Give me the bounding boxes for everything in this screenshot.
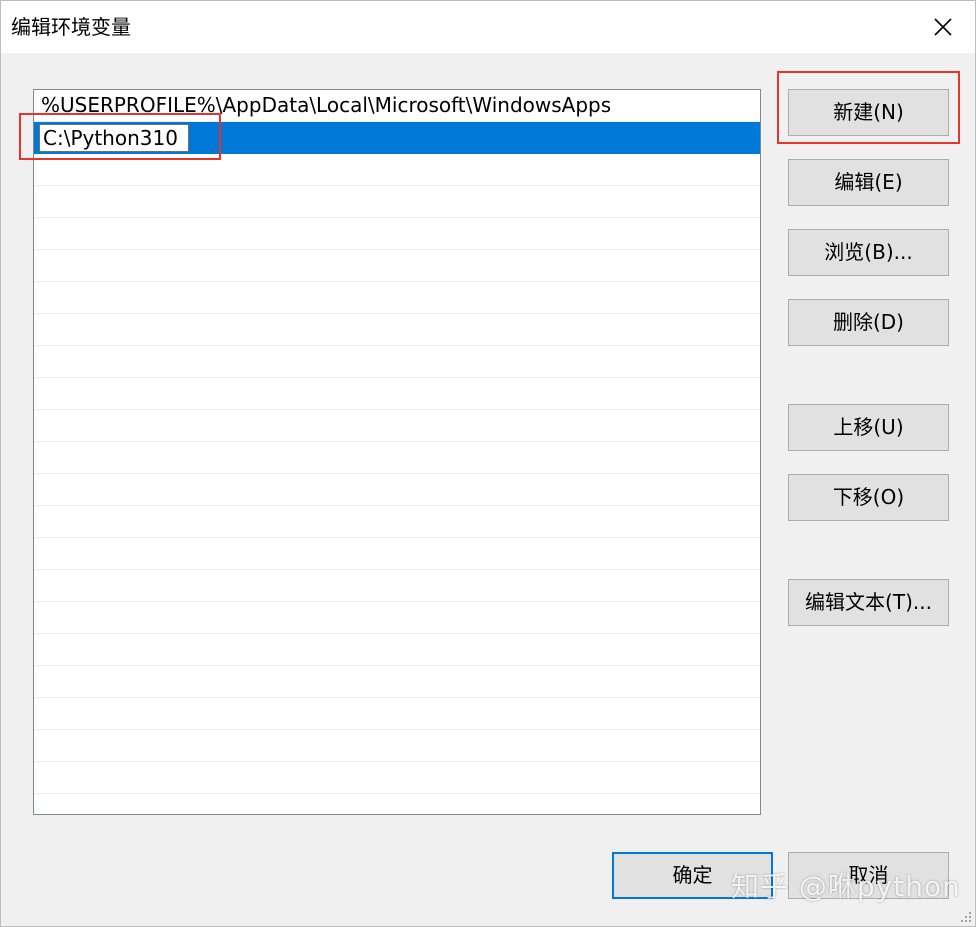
list-item-empty[interactable]: [34, 698, 760, 730]
list-item-empty[interactable]: [34, 474, 760, 506]
path-edit-input[interactable]: [39, 124, 189, 152]
list-item[interactable]: %USERPROFILE%\AppData\Local\Microsoft\Wi…: [34, 90, 760, 122]
edit-env-var-dialog: 编辑环境变量 %USERPROFILE%\AppData\Local\Micro…: [0, 0, 976, 927]
delete-button[interactable]: 删除(D): [788, 299, 949, 346]
list-item-empty[interactable]: [34, 634, 760, 666]
list-item-empty[interactable]: [34, 186, 760, 218]
list-item-empty[interactable]: [34, 314, 760, 346]
list-item-empty[interactable]: [34, 410, 760, 442]
close-icon: [934, 18, 952, 36]
move-down-button[interactable]: 下移(O): [788, 474, 949, 521]
list-item-empty[interactable]: [34, 762, 760, 794]
new-button[interactable]: 新建(N): [788, 89, 949, 136]
list-item-empty[interactable]: [34, 570, 760, 602]
window-title: 编辑环境变量: [11, 15, 131, 39]
list-item-empty[interactable]: [34, 442, 760, 474]
list-item-selected[interactable]: [34, 122, 760, 154]
move-up-button[interactable]: 上移(U): [788, 404, 949, 451]
list-item-empty[interactable]: [34, 218, 760, 250]
ok-button[interactable]: 确定: [612, 852, 773, 899]
path-list[interactable]: %USERPROFILE%\AppData\Local\Microsoft\Wi…: [33, 89, 761, 815]
list-item-empty[interactable]: [34, 282, 760, 314]
list-item-empty[interactable]: [34, 154, 760, 186]
cancel-button[interactable]: 取消: [788, 852, 949, 899]
close-button[interactable]: [929, 13, 957, 41]
list-item-empty[interactable]: [34, 538, 760, 570]
resize-grip-icon[interactable]: [959, 910, 973, 924]
list-item-empty[interactable]: [34, 602, 760, 634]
edit-button[interactable]: 编辑(E): [788, 159, 949, 206]
edit-text-button[interactable]: 编辑文本(T)...: [788, 579, 949, 626]
list-item-text: %USERPROFILE%\AppData\Local\Microsoft\Wi…: [41, 93, 612, 117]
list-item-empty[interactable]: [34, 250, 760, 282]
list-item-empty[interactable]: [34, 378, 760, 410]
browse-button[interactable]: 浏览(B)...: [788, 229, 949, 276]
list-item-empty[interactable]: [34, 346, 760, 378]
list-item-empty[interactable]: [34, 506, 760, 538]
list-item-empty[interactable]: [34, 730, 760, 762]
list-item-empty[interactable]: [34, 794, 760, 814]
title-bar: 编辑环境变量: [1, 1, 975, 53]
list-item-empty[interactable]: [34, 666, 760, 698]
